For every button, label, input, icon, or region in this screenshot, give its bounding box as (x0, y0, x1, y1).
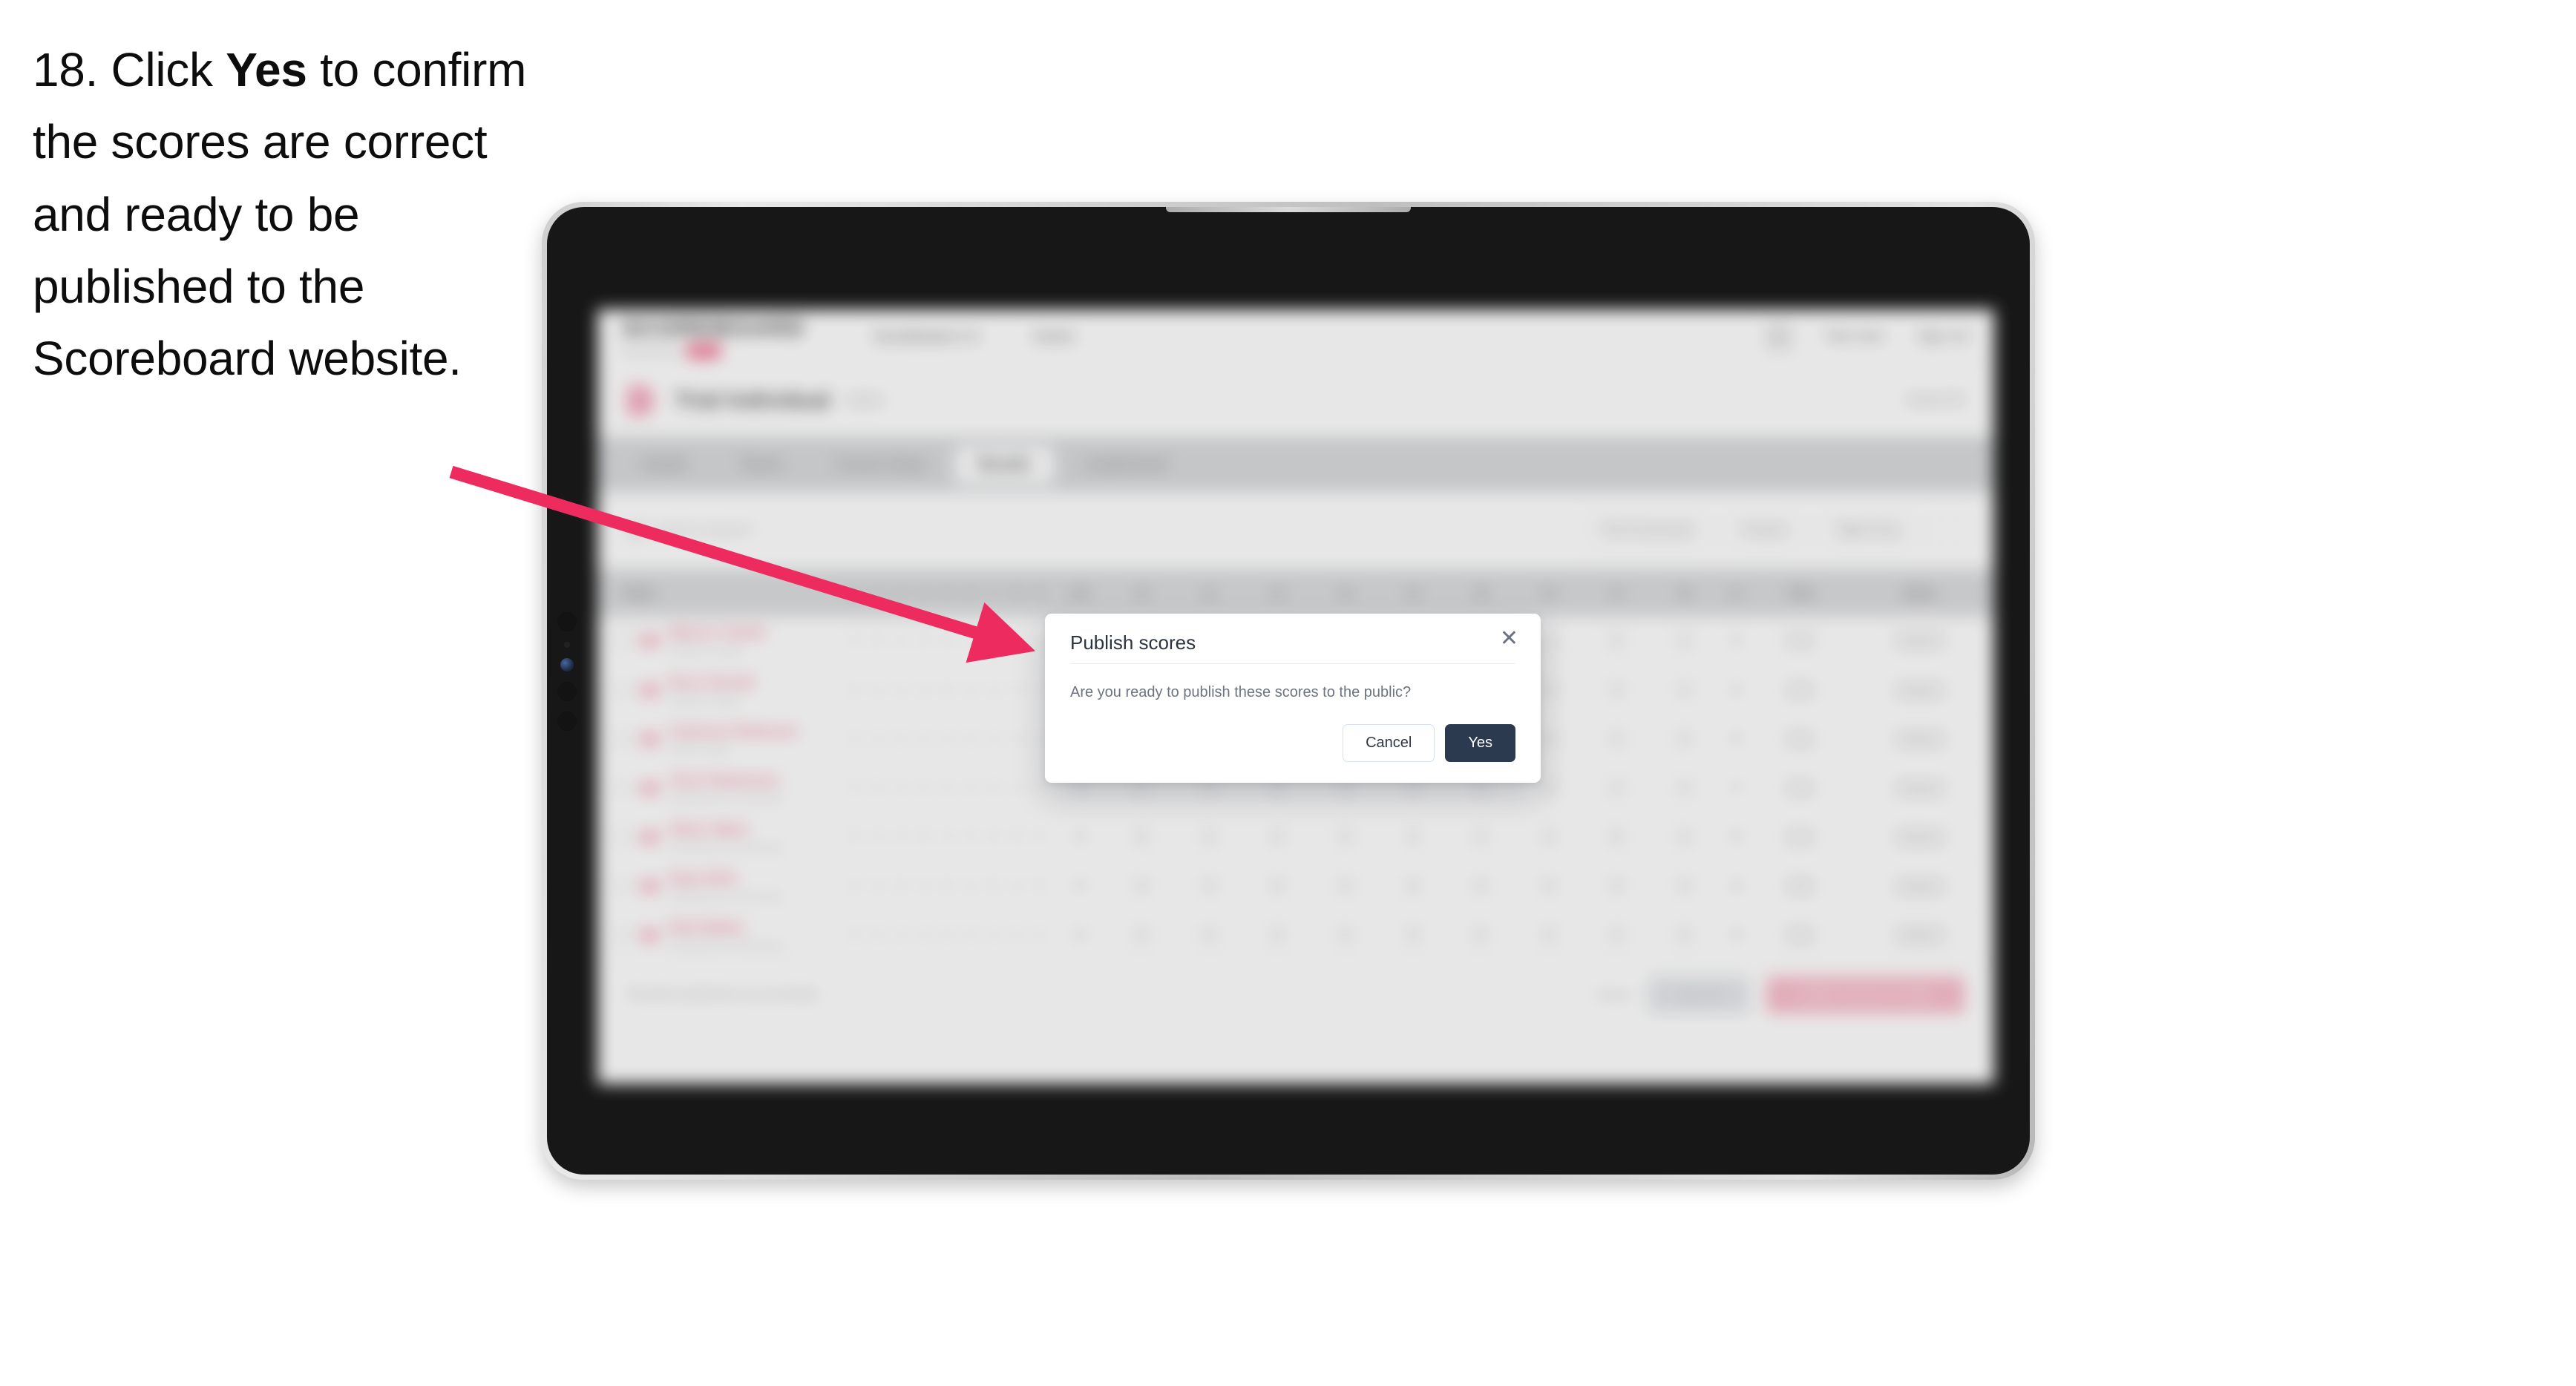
dialog-body: Are you ready to publish these scores to… (1070, 664, 1515, 703)
caption-bold-term: Yes (226, 43, 307, 96)
cancel-button[interactable]: Cancel (1343, 724, 1435, 762)
dialog-title: Publish scores (1070, 631, 1196, 654)
caption-prefix: 18. Click (33, 43, 226, 96)
dialog-actions: Cancel Yes (1343, 724, 1515, 762)
screenshot-root: 18. Click Yes to confirm the scores are … (0, 0, 2576, 1386)
instruction-caption: 18. Click Yes to confirm the scores are … (33, 34, 567, 395)
yes-button[interactable]: Yes (1445, 724, 1515, 762)
dialog-message: Are you ready to publish these scores to… (1070, 684, 1412, 700)
close-icon[interactable]: ✕ (1500, 628, 1518, 650)
publish-scores-dialog: Publish scores ✕ Are you ready to publis… (1045, 614, 1541, 783)
dialog-header: Publish scores ✕ (1070, 614, 1518, 664)
